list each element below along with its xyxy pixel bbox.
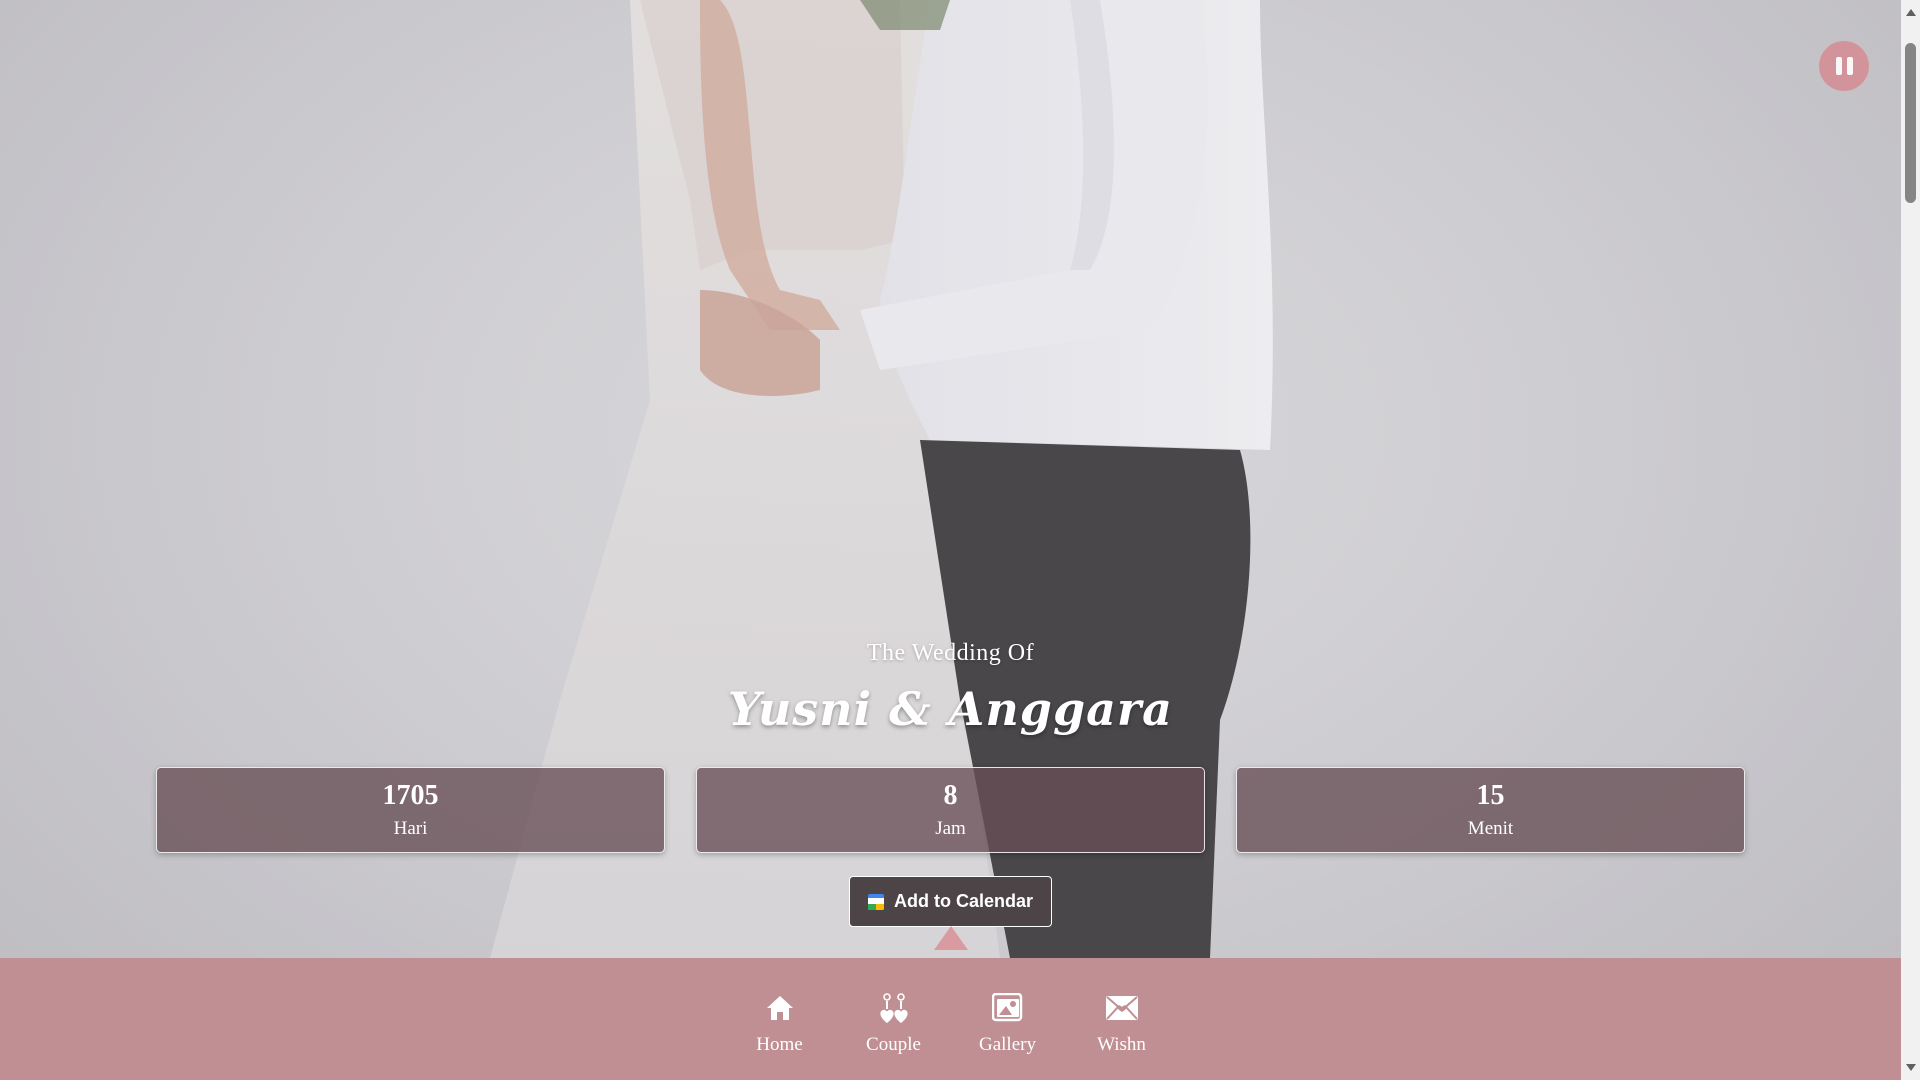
envelope-icon — [1065, 990, 1179, 1026]
add-to-calendar-label: Add to Calendar — [893, 891, 1033, 911]
countdown-hours-value: 8 — [943, 780, 958, 811]
nav-label-gallery: Gallery — [979, 1034, 1036, 1055]
google-calendar-icon — [867, 893, 884, 910]
countdown-minutes: 15 Menit — [1236, 767, 1745, 853]
couple-icon — [837, 990, 951, 1026]
vertical-scrollbar[interactable] — [1901, 0, 1920, 1080]
nav-label-couple: Couple — [866, 1034, 921, 1055]
pause-icon-bar-left — [1835, 57, 1842, 75]
scrollbar-down-arrow-icon[interactable] — [1906, 1064, 1916, 1071]
nav-item-couple[interactable]: Couple — [837, 958, 951, 1056]
countdown-days: 1705 Hari — [156, 767, 665, 853]
wedding-subtitle: The Wedding Of — [866, 640, 1035, 666]
pause-icon-bar-right — [1846, 57, 1853, 75]
pause-music-button[interactable] — [1819, 41, 1869, 91]
scrollbar-up-arrow-icon[interactable] — [1906, 9, 1916, 16]
nav-label-wishes: Wishn — [1097, 1034, 1146, 1055]
nav-item-wishes[interactable]: Wishn — [1065, 958, 1179, 1056]
countdown-hours-label: Jam — [935, 818, 966, 839]
scroll-up-arrow-icon[interactable] — [934, 926, 968, 950]
scrollbar-thumb[interactable] — [1905, 43, 1916, 203]
gallery-icon — [951, 990, 1065, 1026]
page-viewport: The Wedding Of Yusni & Anggara 1705 Hari… — [0, 0, 1901, 1080]
countdown-minutes-value: 15 — [1476, 780, 1505, 811]
couple-names: Yusni & Anggara — [728, 682, 1173, 736]
countdown-hours: 8 Jam — [696, 767, 1205, 853]
home-icon — [723, 990, 837, 1026]
add-to-calendar-button[interactable]: Add to Calendar — [849, 876, 1052, 927]
nav-item-home[interactable]: Home — [723, 958, 837, 1056]
countdown-days-value: 1705 — [382, 780, 439, 811]
countdown: 1705 Hari 8 Jam 15 Menit — [156, 767, 1745, 853]
bottom-nav: Home Couple Gallery Wishn — [0, 958, 1901, 1080]
nav-label-home: Home — [756, 1034, 803, 1055]
countdown-minutes-label: Menit — [1467, 818, 1514, 839]
countdown-days-label: Hari — [393, 818, 428, 839]
nav-item-gallery[interactable]: Gallery — [951, 958, 1065, 1056]
